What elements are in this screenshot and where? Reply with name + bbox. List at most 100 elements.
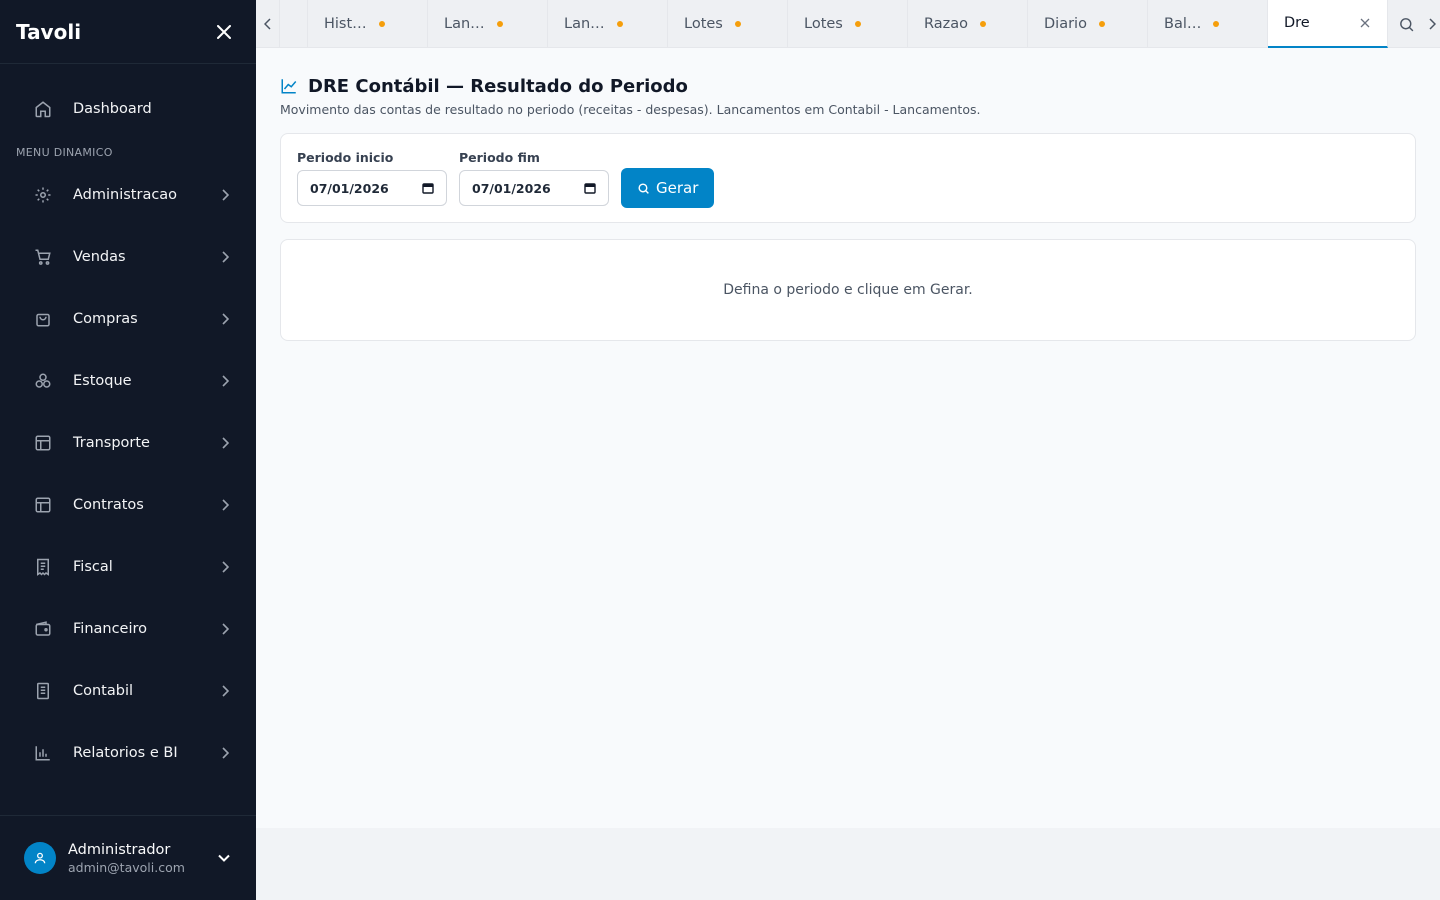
end-date-label: Periodo fim: [459, 150, 540, 165]
sidebar-item-estoque[interactable]: Estoque: [0, 350, 256, 412]
tab-lotes-2[interactable]: Lotes: [788, 0, 908, 48]
sidebar-item-label: Contabil: [73, 683, 134, 699]
sidebar-item-relatorios[interactable]: Relatorios e BI: [0, 722, 256, 784]
unsaved-dot: [734, 21, 741, 27]
sidebar-item-transporte[interactable]: Transporte: [0, 412, 256, 474]
tab-search-button[interactable]: [1388, 0, 1424, 48]
tab-bar: Hist… Lan… Lan… Lotes Lotes Razao Diario…: [256, 0, 1440, 48]
tab-label: Lotes: [804, 16, 843, 32]
generate-button-label: Gerar: [656, 179, 699, 197]
user-info: Administrador admin@tavoli.com: [68, 842, 216, 875]
tab-label: Lan…: [564, 16, 605, 32]
search-icon: [1399, 17, 1413, 31]
chevron-right-icon: [218, 250, 232, 264]
close-icon[interactable]: [216, 24, 232, 40]
end-date-field: Periodo fim 07/01/2026: [459, 150, 609, 206]
layout-icon: [32, 432, 54, 454]
chevron-right-icon: [218, 312, 232, 326]
sidebar-item-fiscal[interactable]: Fiscal: [0, 536, 256, 598]
result-card: Defina o periodo e clique em Gerar.: [280, 239, 1416, 341]
unsaved-dot: [854, 21, 861, 27]
tab-lancamentos-1[interactable]: Lan…: [428, 0, 548, 48]
tab-label: Diario: [1044, 16, 1087, 32]
sidebar-item-contratos[interactable]: Contratos: [0, 474, 256, 536]
page-title: DRE Contábil — Resultado do Periodo: [308, 75, 688, 97]
sidebar-item-label: Fiscal: [73, 559, 113, 575]
layout-icon: [32, 494, 54, 516]
start-date-input[interactable]: 07/01/2026: [297, 170, 447, 206]
tab-label: Bal…: [1164, 16, 1202, 32]
sidebar-item-label: Dashboard: [73, 101, 152, 117]
sidebar-item-label: Vendas: [73, 249, 126, 265]
tab-spacer: [280, 0, 308, 48]
shopping-bag-icon: [32, 308, 54, 330]
sidebar-item-financeiro[interactable]: Financeiro: [0, 598, 256, 660]
chevron-right-icon: [218, 684, 232, 698]
brand-logo: Tavoli: [16, 19, 82, 44]
sidebar-item-label: Financeiro: [73, 621, 148, 637]
filter-card: Periodo inicio 07/01/2026 Periodo fim 07…: [280, 133, 1416, 223]
chevron-left-icon: [264, 18, 271, 30]
sidebar-header: Tavoli: [0, 0, 256, 64]
chevron-down-icon[interactable]: [216, 850, 232, 866]
user-email: admin@tavoli.com: [68, 859, 185, 875]
tab-lancamentos-2[interactable]: Lan…: [548, 0, 668, 48]
close-tab-icon[interactable]: [1359, 17, 1371, 29]
wallet-icon: [32, 618, 54, 640]
sidebar-item-label: Administracao: [73, 187, 178, 203]
boxes-icon: [32, 370, 54, 392]
line-chart-icon: [280, 76, 300, 96]
sidebar-item-contabil[interactable]: Contabil: [0, 660, 256, 722]
page-header: DRE Contábil — Resultado do Periodo: [280, 72, 1416, 100]
generate-button[interactable]: Gerar: [621, 168, 715, 208]
tab-balancete[interactable]: Bal…: [1148, 0, 1268, 48]
tab-label: Dre: [1284, 15, 1310, 31]
chevron-right-icon: [1428, 18, 1436, 30]
chevron-right-icon: [218, 622, 232, 636]
chevron-right-icon: [218, 188, 232, 202]
tab-dre[interactable]: Dre: [1268, 0, 1388, 48]
sidebar: Tavoli Dashboard MENU DINAMICO Administr…: [0, 0, 256, 900]
chevron-right-icon: [218, 374, 232, 388]
page-subtitle: Movimento das contas de resultado no per…: [280, 102, 981, 117]
unsaved-dot: [616, 21, 623, 27]
sidebar-item-compras[interactable]: Compras: [0, 288, 256, 350]
start-date-field: Periodo inicio 07/01/2026: [297, 150, 447, 206]
unsaved-dot: [980, 21, 987, 27]
tab-label: Lan…: [444, 16, 485, 32]
sidebar-item-administracao[interactable]: Administracao: [0, 164, 256, 226]
sidebar-item-label: Contratos: [73, 497, 144, 513]
user-menu[interactable]: Administrador admin@tavoli.com: [0, 815, 256, 900]
tab-lotes-1[interactable]: Lotes: [668, 0, 788, 48]
avatar: [24, 842, 56, 874]
tab-scroll-left-button[interactable]: [256, 0, 280, 48]
menu-section-label: MENU DINAMICO: [16, 146, 113, 159]
receipt-icon: [32, 556, 54, 578]
search-icon: [637, 181, 651, 195]
sidebar-item-vendas[interactable]: Vendas: [0, 226, 256, 288]
end-date-input[interactable]: 07/01/2026: [459, 170, 609, 206]
tab-razao[interactable]: Razao: [908, 0, 1028, 48]
unsaved-dot: [1213, 21, 1220, 27]
tab-scroll-right-button[interactable]: [1424, 0, 1440, 48]
user-name: Administrador: [68, 841, 171, 858]
bar-chart-icon: [32, 742, 54, 764]
unsaved-dot: [496, 21, 503, 27]
main-content: DRE Contábil — Resultado do Periodo Movi…: [256, 48, 1440, 828]
user-icon: [34, 852, 46, 864]
start-date-value: 07/01/2026: [310, 180, 389, 196]
tab-label: Razao: [924, 16, 969, 32]
sidebar-item-dashboard[interactable]: Dashboard: [0, 78, 256, 140]
start-date-label: Periodo inicio: [297, 150, 394, 165]
book-icon: [32, 680, 54, 702]
sidebar-item-label: Compras: [73, 311, 138, 327]
chevron-right-icon: [218, 560, 232, 574]
tab-historico[interactable]: Hist…: [308, 0, 428, 48]
sidebar-item-label: Estoque: [73, 373, 132, 389]
tab-diario[interactable]: Diario: [1028, 0, 1148, 48]
chevron-right-icon: [218, 746, 232, 760]
gear-icon: [32, 184, 54, 206]
chevron-right-icon: [218, 498, 232, 512]
end-date-value: 07/01/2026: [472, 180, 551, 196]
sidebar-item-label: Relatorios e BI: [73, 745, 178, 761]
